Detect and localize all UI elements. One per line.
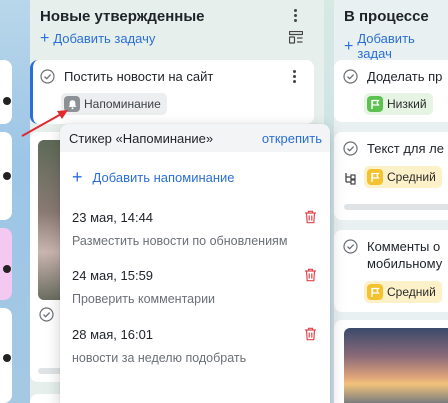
column-menu-icon[interactable] (294, 9, 298, 22)
reminder-sticker-chip[interactable]: Напоминание (61, 93, 167, 115)
left-column-card-partial[interactable] (0, 132, 12, 220)
trash-icon[interactable] (304, 268, 317, 282)
task-card-finish[interactable]: Доделать пр Низкий (334, 60, 448, 122)
reminder-text: Проверить комментарии (72, 292, 216, 306)
popover-header: Стикер «Напоминание» открепить (60, 124, 330, 152)
left-column-card-partial[interactable] (0, 308, 12, 403)
add-task-button[interactable]: + Добавить задач (344, 31, 448, 61)
column-title: В процессе (344, 8, 429, 25)
priority-label: Средний (387, 170, 436, 184)
add-task-label: Добавить задачу (53, 31, 156, 46)
task-title-line2[interactable]: мобильному (367, 256, 442, 271)
priority-label: Низкий (387, 97, 427, 111)
check-circle-icon[interactable] (40, 69, 55, 84)
task-title[interactable]: Постить новости на сайт (64, 69, 213, 84)
layout-icon[interactable] (289, 31, 303, 44)
left-column-card-partial[interactable] (0, 228, 12, 300)
task-card-post-news[interactable]: Постить новости на сайт Напоминание (30, 60, 314, 124)
card-image (344, 328, 448, 403)
check-circle-icon[interactable] (343, 141, 358, 156)
unpin-link[interactable]: открепить (262, 131, 322, 146)
check-circle-icon[interactable] (343, 69, 358, 84)
check-circle-icon[interactable] (343, 239, 358, 254)
task-card-comments[interactable]: Комменты о мобильному Средний (334, 230, 448, 312)
flag-icon (367, 284, 383, 300)
reminder-text: новости за неделю подобрать (72, 351, 247, 365)
add-reminder-label: Добавить напоминание (92, 170, 235, 185)
left-column-card-partial[interactable] (0, 60, 12, 124)
plus-icon: + (72, 167, 83, 187)
reminder-date: 23 мая, 14:44 (72, 210, 154, 225)
popover-title: Стикер «Напоминание» (69, 131, 214, 146)
plus-icon: + (40, 30, 50, 47)
plus-icon: + (344, 37, 354, 55)
progress-bar (344, 204, 448, 210)
subtasks-icon (345, 173, 356, 185)
left-card-dot (3, 265, 11, 273)
priority-label: Средний (387, 285, 436, 299)
priority-chip-medium[interactable]: Средний (364, 281, 442, 303)
trash-icon[interactable] (304, 327, 317, 341)
task-card-with-image[interactable] (334, 320, 448, 403)
reminder-date: 24 мая, 15:59 (72, 268, 154, 283)
left-card-dot (3, 354, 11, 362)
reminder-sticker-popover: Стикер «Напоминание» открепить + Добавит… (60, 124, 330, 403)
task-title[interactable]: Текст для ле (367, 141, 444, 156)
flag-icon (367, 169, 383, 185)
column-in-progress: В процессе + Добавить задач Доделать пр … (334, 0, 448, 403)
chip-label: Напоминание (84, 97, 161, 111)
trash-icon[interactable] (304, 210, 317, 224)
priority-chip-medium[interactable]: Средний (364, 166, 442, 188)
task-title[interactable]: Доделать пр (367, 69, 442, 84)
add-reminder-button[interactable]: + Добавить напоминание (72, 167, 235, 187)
add-task-button[interactable]: + Добавить задачу (40, 30, 156, 47)
column-title: Новые утвержденные (40, 8, 205, 25)
left-card-dot (3, 172, 11, 180)
task-title-line1[interactable]: Комменты о (367, 239, 440, 254)
flag-icon (367, 96, 383, 112)
bell-icon (64, 96, 80, 112)
reminder-date: 28 мая, 16:01 (72, 327, 154, 342)
task-card-text[interactable]: Текст для ле Средний (334, 132, 448, 220)
priority-chip-low[interactable]: Низкий (364, 93, 433, 115)
add-task-label: Добавить задач (357, 31, 415, 61)
check-circle-icon[interactable] (39, 307, 54, 322)
reminder-text: Разместить новости по обновлениям (72, 234, 288, 248)
card-menu-icon[interactable] (293, 70, 297, 83)
left-card-dot (3, 97, 11, 105)
